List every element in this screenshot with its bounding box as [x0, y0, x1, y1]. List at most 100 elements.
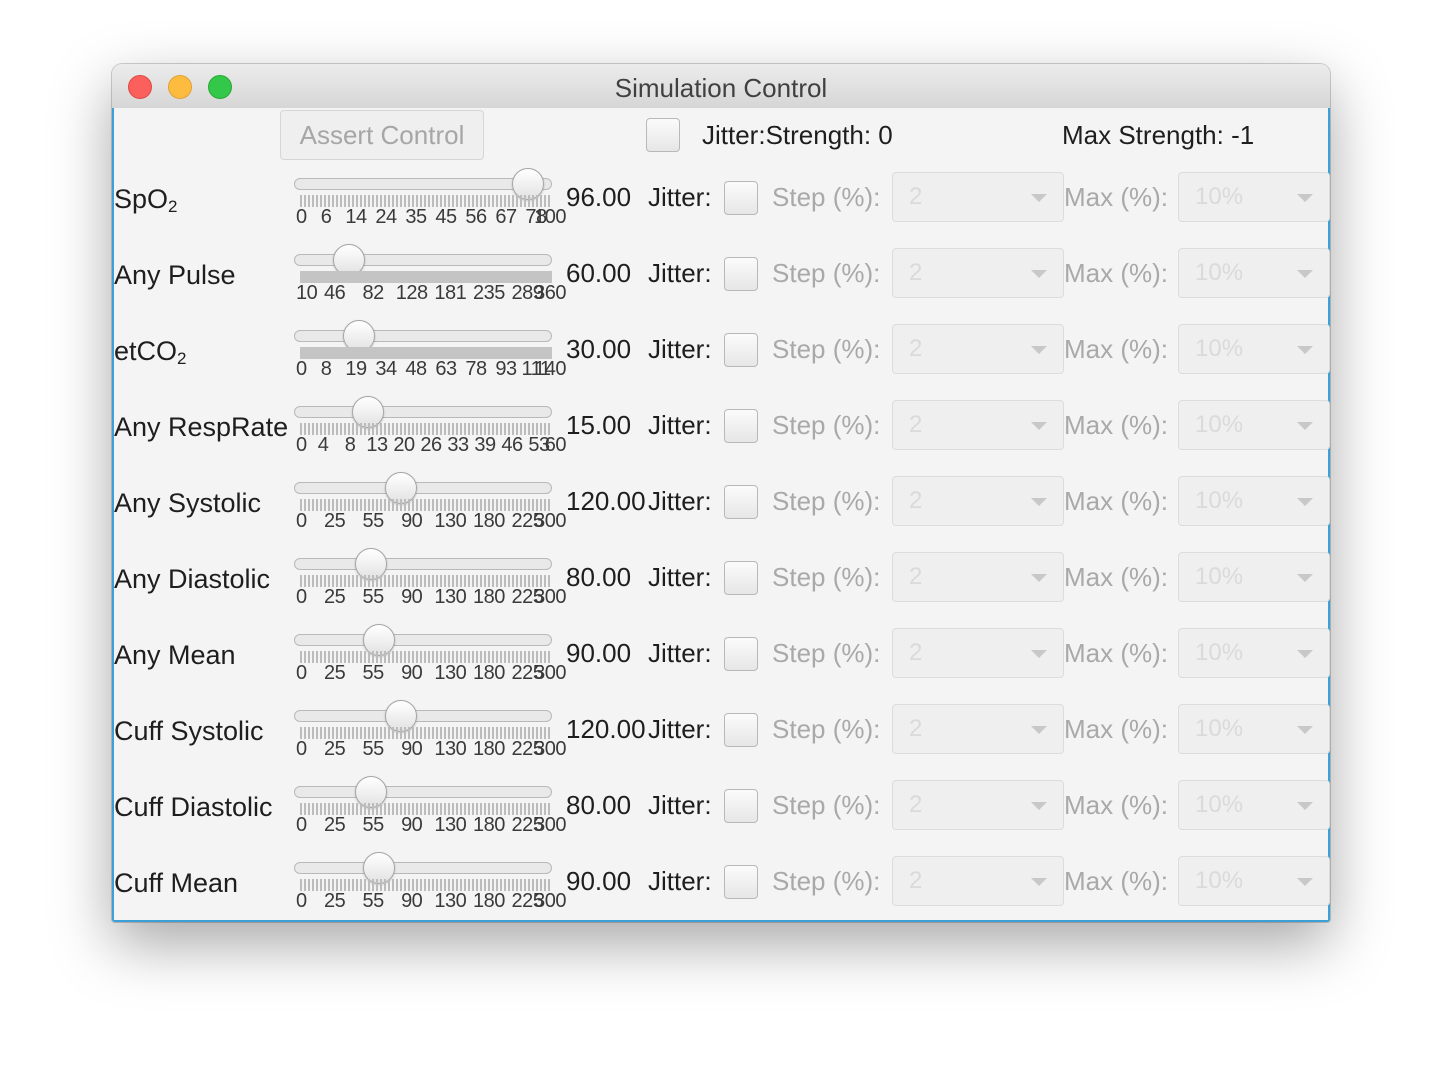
slider-tick-label: 55 [362, 890, 384, 912]
parameter-label: SpO2 [114, 184, 178, 217]
jitter-label: Jitter: [648, 790, 712, 820]
max-percent-dropdown[interactable]: 10% [1178, 400, 1330, 450]
parameter-name: Any Pulse [114, 260, 236, 290]
parameter-name: etCO [114, 336, 178, 366]
max-percent-dropdown[interactable]: 10% [1178, 704, 1330, 754]
step-percent-dropdown[interactable]: 2 [892, 324, 1064, 374]
step-percent-dropdown[interactable]: 2 [892, 856, 1064, 906]
slider-tick-label: 19 [345, 358, 367, 380]
jitter-label: Jitter: [648, 486, 712, 516]
max-percent-dropdown[interactable]: 10% [1178, 324, 1330, 374]
slider-tick-label: 14 [345, 206, 367, 228]
jitter-checkbox[interactable] [724, 181, 758, 215]
value-slider-track[interactable] [294, 244, 552, 276]
jitter-checkbox[interactable] [724, 789, 758, 823]
value-slider-track[interactable] [294, 168, 552, 200]
value-slider-track[interactable] [294, 624, 552, 656]
slider-tick-label: 300 [534, 814, 566, 836]
slider-tick-label: 130 [434, 814, 467, 836]
jitter-checkbox[interactable] [724, 485, 758, 519]
slider-tick-label: 25 [323, 662, 346, 684]
step-percent-dropdown[interactable]: 2 [892, 400, 1064, 450]
slider-tick-label: 90 [401, 738, 423, 760]
jitter-checkbox[interactable] [724, 637, 758, 671]
max-percent-value: 10% [1195, 335, 1244, 362]
global-jitter-checkbox[interactable] [646, 118, 680, 152]
slider-tick-label: 100 [534, 206, 566, 228]
slider-tick-label: 33 [447, 434, 469, 456]
jitter-checkbox[interactable] [724, 333, 758, 367]
value-slider-track[interactable] [294, 700, 552, 732]
parameter-value: 30.00 [566, 334, 632, 364]
jitter-checkbox[interactable] [724, 561, 758, 595]
step-percent-label: Step (%): [772, 258, 881, 288]
slider-tick-label: 0 [296, 814, 307, 836]
step-percent-dropdown[interactable]: 2 [892, 780, 1064, 830]
chevron-down-icon [1031, 346, 1047, 354]
step-percent-dropdown[interactable]: 2 [892, 476, 1064, 526]
parameter-value: 80.00 [566, 562, 632, 592]
max-percent-dropdown[interactable]: 10% [1178, 476, 1330, 526]
chevron-down-icon [1031, 194, 1047, 202]
slider-tick-label: 0 [296, 434, 307, 456]
slider-tick-label: 60 [544, 434, 567, 456]
parameter-value: 15.00 [566, 410, 632, 440]
parameter-label: etCO2 [114, 336, 187, 369]
step-percent-dropdown[interactable]: 2 [892, 628, 1064, 678]
slider-tick-label: 20 [393, 434, 415, 456]
value-slider-track[interactable] [294, 396, 552, 428]
slider-tick-label: 55 [362, 586, 384, 608]
max-percent-label: Max (%): [1064, 638, 1168, 668]
value-slider-track[interactable] [294, 776, 552, 808]
slider-tick-label: 90 [401, 814, 423, 836]
max-percent-value: 10% [1195, 259, 1244, 286]
chevron-down-icon [1031, 650, 1047, 658]
step-percent-label: Step (%): [772, 486, 881, 516]
max-percent-dropdown[interactable]: 10% [1178, 248, 1330, 298]
step-percent-dropdown[interactable]: 2 [892, 172, 1064, 222]
max-percent-value: 10% [1195, 563, 1244, 590]
simulation-control-window: Simulation Control Assert Control Jitter… [112, 64, 1330, 922]
assert-control-button[interactable]: Assert Control [280, 110, 484, 160]
slider-tick-label: 0 [296, 206, 307, 228]
jitter-checkbox[interactable] [724, 713, 758, 747]
chevron-down-icon [1031, 574, 1047, 582]
step-percent-dropdown[interactable]: 2 [892, 552, 1064, 602]
max-percent-dropdown[interactable]: 10% [1178, 172, 1330, 222]
value-slider-track[interactable] [294, 472, 552, 504]
value-slider-track[interactable] [294, 320, 552, 352]
value-slider-track[interactable] [294, 852, 552, 884]
step-percent-dropdown[interactable]: 2 [892, 704, 1064, 754]
parameter-name: Any Diastolic [114, 564, 271, 594]
max-percent-dropdown[interactable]: 10% [1178, 780, 1330, 830]
title-bar[interactable]: Simulation Control [112, 64, 1330, 109]
parameter-label: Cuff Mean [114, 868, 238, 901]
max-percent-label: Max (%): [1064, 562, 1168, 592]
step-percent-dropdown[interactable]: 2 [892, 248, 1064, 298]
jitter-checkbox[interactable] [724, 409, 758, 443]
slider-tick-label: 25 [323, 586, 346, 608]
slider-tick-label: 130 [434, 662, 467, 684]
max-percent-dropdown[interactable]: 10% [1178, 856, 1330, 906]
slider-tick-label: 181 [434, 282, 467, 304]
parameter-name: Any Systolic [114, 488, 262, 518]
jitter-checkbox[interactable] [724, 257, 758, 291]
slider-tick-label: 180 [472, 738, 505, 760]
step-percent-value: 2 [909, 715, 923, 742]
jitter-strength-label: Jitter:Strength: 0 [702, 120, 893, 150]
value-slider-track[interactable] [294, 548, 552, 580]
max-percent-value: 10% [1195, 867, 1244, 894]
jitter-checkbox[interactable] [724, 865, 758, 899]
parameter-label: Any Diastolic [114, 564, 270, 597]
max-percent-value: 10% [1195, 411, 1244, 438]
step-percent-label: Step (%): [772, 866, 881, 896]
slider-tick-label: 25 [323, 814, 346, 836]
max-percent-dropdown[interactable]: 10% [1178, 552, 1330, 602]
parameter-row: etCO2 0 8 19 34 48 63 78 93 111 140 30.00 Jitter: Ste… [114, 320, 1330, 400]
chevron-down-icon [1297, 574, 1313, 582]
chevron-down-icon [1297, 498, 1313, 506]
max-percent-dropdown[interactable]: 10% [1178, 628, 1330, 678]
parameter-label: Cuff Systolic [114, 716, 264, 749]
chevron-down-icon [1031, 726, 1047, 734]
slider-tick-label: 48 [405, 358, 427, 380]
